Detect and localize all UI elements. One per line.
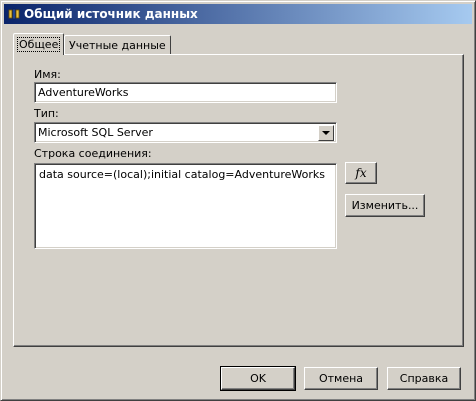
tab-general[interactable]: Общее — [13, 33, 65, 55]
connection-string-value: data source=(local);initial catalog=Adve… — [39, 168, 325, 181]
expression-button[interactable]: fx — [345, 162, 377, 184]
name-input[interactable]: AdventureWorks — [34, 82, 337, 103]
type-label: Тип: — [34, 107, 59, 120]
chevron-down-icon[interactable] — [318, 125, 334, 141]
type-select[interactable]: Microsoft SQL Server — [34, 122, 337, 143]
ok-button-label: OK — [250, 372, 266, 385]
connection-string-input[interactable]: data source=(local);initial catalog=Adve… — [34, 163, 337, 249]
title-bar[interactable]: Общий источник данных — [4, 4, 472, 24]
help-button[interactable]: Справка — [387, 367, 461, 390]
edit-button[interactable]: Изменить... — [345, 194, 425, 217]
tab-general-label: Общее — [16, 37, 61, 52]
window-title: Общий источник данных — [24, 7, 198, 21]
function-icon: fx — [355, 166, 367, 180]
type-select-value: Microsoft SQL Server — [38, 126, 153, 139]
edit-button-label: Изменить... — [351, 199, 419, 212]
cancel-button-label: Отмена — [318, 372, 364, 385]
tab-credentials[interactable]: Учетные данные — [64, 35, 171, 55]
connection-string-label: Строка соединения: — [34, 147, 152, 160]
tab-panel-general: Имя: AdventureWorks Тип: Microsoft SQL S… — [13, 54, 464, 347]
data-source-icon — [7, 7, 21, 21]
cancel-button[interactable]: Отмена — [304, 367, 378, 390]
tab-credentials-label: Учетные данные — [69, 39, 166, 52]
name-input-value: AdventureWorks — [38, 86, 129, 99]
name-label: Имя: — [34, 68, 61, 81]
help-button-label: Справка — [399, 372, 449, 385]
dialog-window: Общий источник данных Общее Учетные данн… — [0, 0, 476, 401]
ok-button[interactable]: OK — [220, 366, 296, 391]
